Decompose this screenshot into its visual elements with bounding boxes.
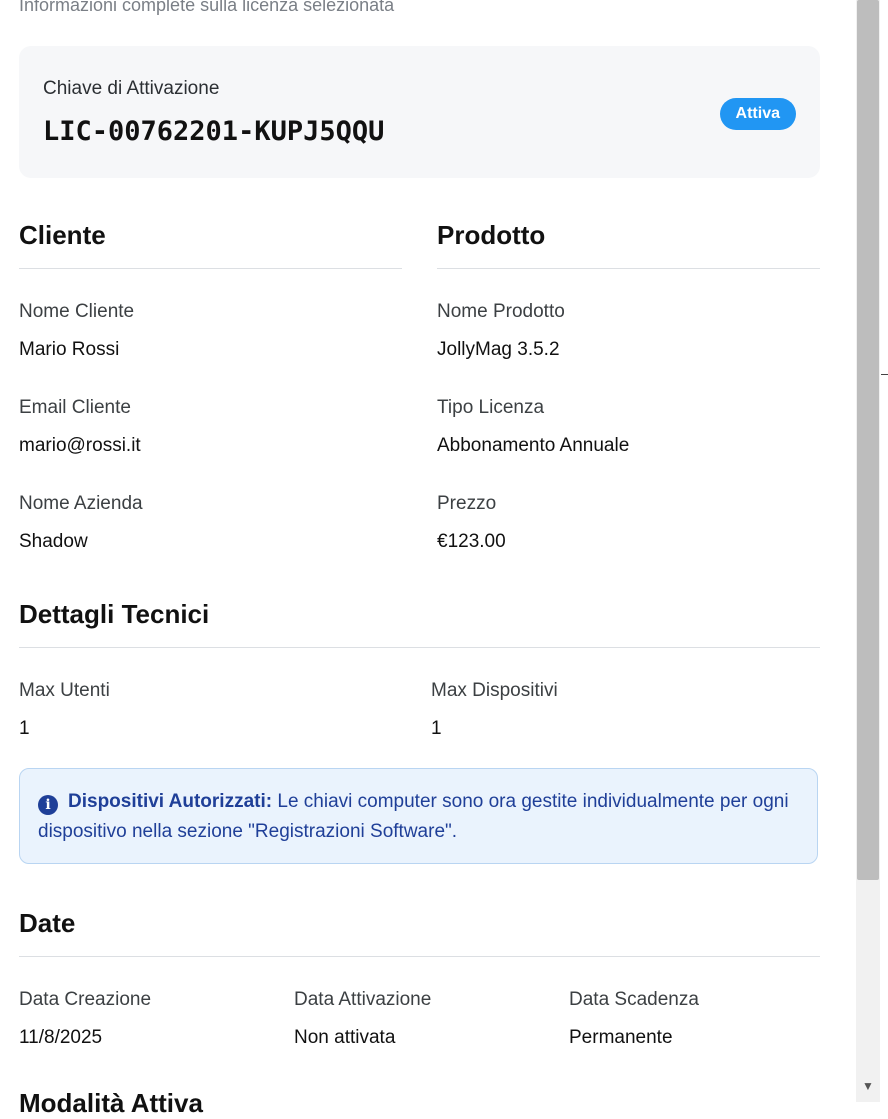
license-type-label: Tipo Licenza <box>437 397 545 418</box>
product-name-label: Nome Prodotto <box>437 301 565 322</box>
technical-divider <box>19 647 820 648</box>
price-label: Prezzo <box>437 493 497 514</box>
authorized-devices-info-box: i Dispositivi Autorizzati: Le chiavi comp… <box>19 768 818 864</box>
scroll-down-arrow-icon[interactable]: ▼ <box>860 1078 876 1094</box>
max-devices-label: Max Dispositivi <box>431 680 558 701</box>
license-details-panel: Informazioni complete sulla licenza sele… <box>0 0 852 1118</box>
activation-key-label: Chiave di Attivazione <box>43 78 220 99</box>
creation-date-label: Data Creazione <box>19 989 152 1010</box>
background-edge-line <box>881 374 888 375</box>
company-name-value: Shadow <box>19 531 88 552</box>
client-section-title: Cliente <box>19 220 106 250</box>
vertical-scrollbar[interactable]: ▼ <box>852 0 888 1102</box>
info-icon: i <box>38 795 58 815</box>
dates-section-title: Date <box>19 908 76 938</box>
activation-date-value: Non attivata <box>294 1027 396 1048</box>
dates-divider <box>19 956 820 957</box>
activation-date-label: Data Attivazione <box>294 989 432 1010</box>
client-name-value: Mario Rossi <box>19 339 120 360</box>
max-users-label: Max Utenti <box>19 680 110 701</box>
client-email-label: Email Cliente <box>19 397 131 418</box>
company-name-label: Nome Azienda <box>19 493 143 514</box>
product-name-value: JollyMag 3.5.2 <box>437 339 560 360</box>
price-value: €123.00 <box>437 531 506 552</box>
info-message: i Dispositivi Autorizzati: Le chiavi comp… <box>38 787 798 847</box>
scrollbar-thumb[interactable] <box>857 0 879 880</box>
technical-section-title: Dettagli Tecnici <box>19 599 210 629</box>
license-type-value: Abbonamento Annuale <box>437 435 630 456</box>
client-email-value: mario@rossi.it <box>19 435 141 456</box>
max-devices-value: 1 <box>431 718 442 739</box>
max-users-value: 1 <box>19 718 30 739</box>
creation-date-value: 11/8/2025 <box>19 1027 103 1048</box>
panel-subtitle: Informazioni complete sulla licenza sele… <box>19 0 395 15</box>
activation-key-value: LIC-00762201-KUPJ5QQU <box>43 116 385 147</box>
product-divider <box>437 268 820 269</box>
client-name-label: Nome Cliente <box>19 301 135 322</box>
expiry-date-label: Data Scadenza <box>569 989 699 1010</box>
activation-key-card: Chiave di Attivazione LIC-00762201-KUPJ5… <box>19 46 820 178</box>
status-badge: Attiva <box>719 98 796 130</box>
expiry-date-value: Permanente <box>569 1027 673 1048</box>
product-section-title: Prodotto <box>437 220 546 250</box>
info-message-strong: Dispositivi Autorizzati: <box>68 791 273 812</box>
next-section-title: Modalità Attiva <box>19 1088 203 1118</box>
client-divider <box>19 268 402 269</box>
